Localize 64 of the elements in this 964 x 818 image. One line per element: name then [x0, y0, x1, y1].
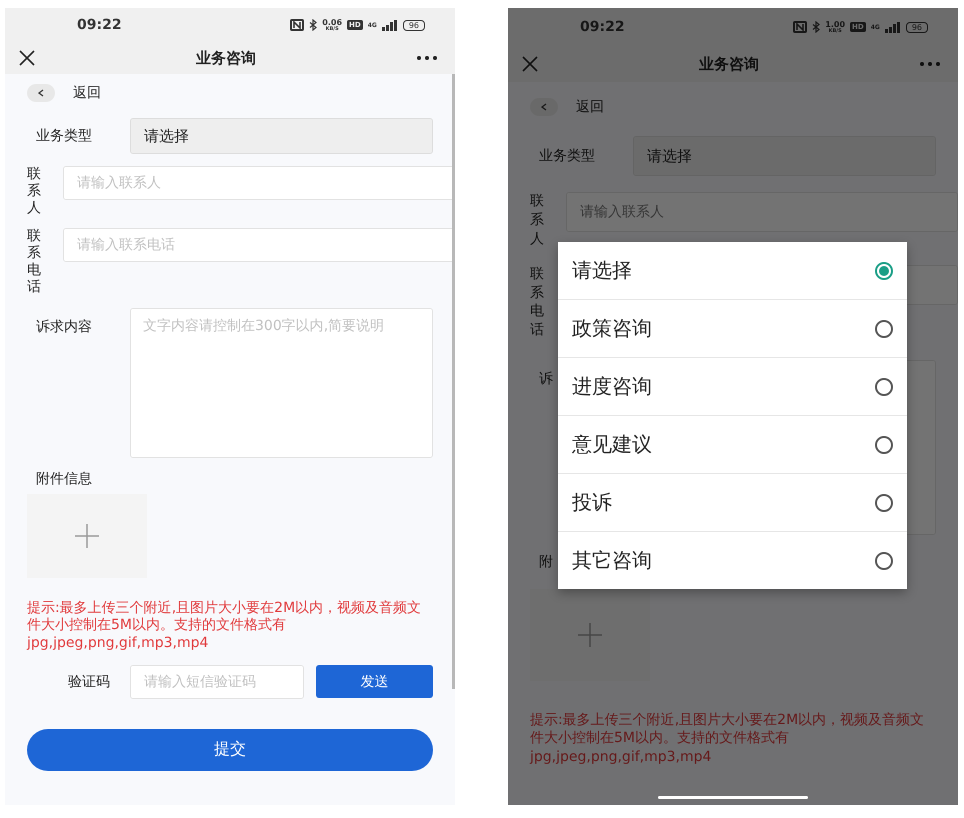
input-field[interactable]: 请输入联系电话 [63, 228, 455, 262]
close-icon[interactable] [19, 50, 35, 66]
option-label: 其它咨询 [572, 547, 652, 574]
radio-button[interactable] [875, 552, 893, 570]
option-label: 政策咨询 [572, 315, 652, 342]
field-label: 诉求内容 [36, 318, 92, 335]
field-label: 业务类型 [539, 148, 595, 164]
radio-button[interactable] [875, 262, 893, 280]
picker-option[interactable]: 请选择 [558, 242, 907, 299]
back-link[interactable]: 返回 [73, 84, 101, 102]
field-label: 联系人 [27, 166, 41, 216]
hint-text: 提示:最多上传三个附近,且图片大小要在2M以内，视频及音频文件大小控制在5M以内。支持的文件格式有jpg,jpeg,png,gif,mp3,mp4 [27, 600, 422, 653]
select-field[interactable]: 请选择 [130, 118, 433, 154]
field-label: 联系人 [530, 192, 544, 249]
field-label: 附件信息 [36, 470, 92, 487]
speed-value: 1.00 [825, 20, 846, 28]
field-label: 联系电话 [530, 264, 544, 340]
status-time: 09:22 [580, 19, 625, 35]
picker-option[interactable]: 政策咨询 [558, 299, 907, 357]
back-button[interactable] [27, 84, 55, 102]
speed-value: 0.06 [322, 18, 342, 26]
select-field[interactable]: 请选择 [633, 136, 936, 176]
bluetooth-icon [812, 21, 820, 33]
send-button[interactable]: 发送 [316, 665, 433, 698]
field-label: 验证码 [68, 674, 110, 690]
field-label: 业务类型 [36, 128, 92, 144]
radio-button[interactable] [875, 436, 893, 454]
field-label: 诉 [539, 371, 553, 388]
picker-option[interactable]: 进度咨询 [558, 357, 907, 415]
radio-button[interactable] [875, 378, 893, 396]
code-field[interactable]: 请输入短信验证码 [130, 664, 304, 699]
back-button[interactable] [530, 98, 558, 116]
page-title: 业务咨询 [196, 48, 256, 68]
battery-level: 96 [402, 20, 425, 30]
more-icon[interactable] [417, 56, 437, 60]
input-field[interactable]: 请输入联系人 [63, 166, 455, 200]
chevron-left-icon [38, 89, 44, 97]
field-label: 联系电话 [27, 228, 41, 296]
page-title: 业务咨询 [699, 54, 759, 74]
picker-option[interactable]: 意见建议 [558, 415, 907, 473]
picker-option[interactable]: 投诉 [558, 473, 907, 531]
radio-button[interactable] [875, 320, 893, 338]
radio-button[interactable] [875, 494, 893, 512]
option-label: 意见建议 [572, 431, 652, 458]
option-label: 请选择 [572, 257, 632, 284]
status-time: 09:22 [77, 17, 122, 33]
option-label: 投诉 [572, 489, 612, 516]
bluetooth-icon [309, 19, 318, 31]
input-field[interactable]: 请输入联系人 [566, 192, 958, 232]
option-label: 进度咨询 [572, 373, 652, 400]
field-label: 附 [539, 554, 553, 570]
plus-icon [577, 622, 603, 648]
plus-icon [74, 522, 100, 549]
hint-text: 提示:最多上传三个附近,且图片大小要在2M以内，视频及音频文件大小控制在5M以内。支持的文件格式有jpg,jpeg,png,gif,mp3,mp4 [530, 711, 926, 766]
submit-button[interactable]: 提交 [27, 728, 433, 771]
back-link[interactable]: 返回 [576, 98, 604, 116]
signal-icon [884, 22, 901, 32]
picker-option[interactable]: 其它咨询 [558, 531, 907, 589]
battery-level: 96 [906, 22, 928, 32]
nfc-icon [290, 19, 304, 31]
signal-icon [382, 20, 398, 30]
chevron-left-icon [541, 103, 547, 111]
nfc-icon [793, 21, 808, 33]
textarea-field[interactable]: 文字内容请控制在300字以内,简要说明 [130, 308, 433, 458]
